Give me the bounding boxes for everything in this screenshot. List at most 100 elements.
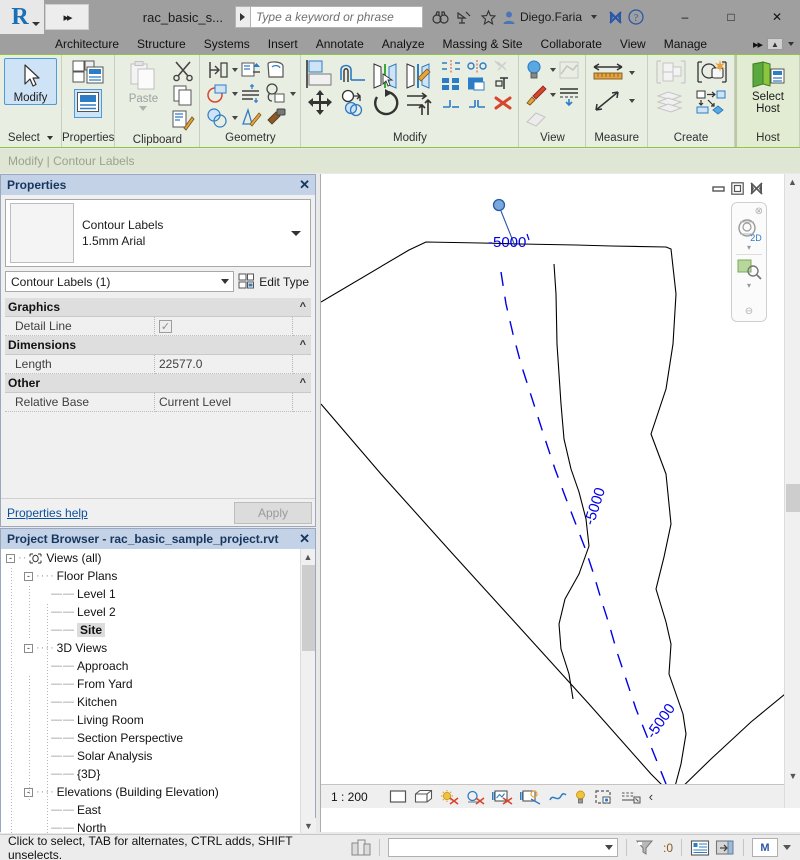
scroll-down-arrow-icon[interactable]: ▼: [785, 768, 800, 784]
instance-selector[interactable]: Contour Labels (1): [5, 271, 235, 292]
tab-analyze[interactable]: Analyze: [373, 34, 434, 54]
match-type-properties-icon[interactable]: [171, 108, 196, 132]
temporary-hide-isolate-icon[interactable]: [574, 789, 587, 805]
trim-extend-icon[interactable]: [404, 88, 434, 118]
mirror-draw-axis-icon[interactable]: [404, 58, 434, 92]
wall-joins-icon[interactable]: [264, 58, 288, 82]
collapse-expander-icon[interactable]: -: [24, 571, 33, 581]
split-with-gap-icon[interactable]: [466, 96, 488, 111]
demolish-icon[interactable]: [239, 82, 263, 106]
type-selector[interactable]: Contour Labels 1.5mm Arial: [5, 199, 311, 267]
chevron-down-icon[interactable]: [291, 230, 301, 236]
chevron-down-icon[interactable]: [232, 68, 239, 72]
search-input[interactable]: Type a keyword or phrase: [250, 6, 423, 28]
canvas-vertical-scrollbar[interactable]: ▲ ▼: [784, 174, 800, 808]
close-button[interactable]: ✕: [754, 0, 800, 34]
navbar-close-icon[interactable]: ⊗: [755, 206, 763, 217]
chevron-down-icon[interactable]: [550, 68, 557, 72]
property-value[interactable]: Current Level: [155, 393, 293, 412]
view-scale-label[interactable]: 1 : 200: [331, 790, 368, 804]
tree-item-level-2[interactable]: —— Level 2: [1, 603, 315, 621]
cut-geometry-icon[interactable]: [239, 58, 263, 82]
property-row-relative-base[interactable]: Relative Base Current Level: [5, 393, 311, 412]
detail-level-icon[interactable]: [389, 789, 407, 804]
tree-item-floor-plans[interactable]: - ···· Floor Plans: [1, 567, 315, 585]
chevron-down-icon[interactable]: [47, 135, 54, 140]
scroll-up-arrow-icon[interactable]: ▲: [301, 549, 315, 564]
measure-between-references-icon[interactable]: [591, 61, 627, 85]
scrollbar-thumb[interactable]: [302, 565, 315, 651]
align-icon[interactable]: [305, 58, 335, 92]
type-properties-icon[interactable]: [71, 58, 105, 88]
tree-item-solar-analysis[interactable]: —— Solar Analysis: [1, 747, 315, 765]
tab-annotate[interactable]: Annotate: [307, 34, 373, 54]
select-host-button[interactable]: Select Host: [741, 58, 795, 115]
unjoin-geometry-icon[interactable]: [206, 106, 230, 130]
mirror-axis-icon[interactable]: [466, 59, 488, 74]
model-indicator[interactable]: M: [752, 838, 778, 857]
rendering-dialog-off-icon[interactable]: [491, 789, 513, 805]
tree-item-living-room[interactable]: —— Living Room: [1, 711, 315, 729]
properties-palette-toggle[interactable]: [74, 89, 103, 118]
filter-icon[interactable]: [635, 838, 655, 857]
paint-brush-icon[interactable]: [524, 83, 548, 107]
reveal-hidden-elements-icon[interactable]: [594, 789, 613, 805]
property-group-dimensions[interactable]: Dimensions ^: [5, 336, 311, 355]
selection-grip[interactable]: [492, 198, 506, 212]
tab-collaborate[interactable]: Collaborate: [532, 34, 611, 54]
collapse-expander-icon[interactable]: -: [24, 643, 33, 653]
collapse-expander-icon[interactable]: -: [24, 787, 33, 797]
unpin-icon[interactable]: [492, 59, 514, 74]
chevron-down-icon[interactable]: [788, 42, 794, 46]
hammer-icon[interactable]: [264, 106, 288, 130]
tab-view[interactable]: View: [611, 34, 655, 54]
chevron-down-icon[interactable]: [629, 99, 636, 103]
navbar-collapse-icon[interactable]: ⊖: [745, 306, 753, 317]
scroll-up-arrow-icon[interactable]: ▲: [785, 174, 800, 190]
linework-icon[interactable]: [557, 83, 581, 107]
tree-item-3d[interactable]: —— {3D}: [1, 765, 315, 783]
quick-access-toolbar[interactable]: ▸▸: [45, 4, 89, 30]
paint-geometry-icon[interactable]: [264, 82, 288, 106]
scrollbar-thumb[interactable]: [786, 484, 800, 512]
split-face-icon[interactable]: [206, 82, 230, 106]
tree-item-level-1[interactable]: —— Level 1: [1, 585, 315, 603]
restore-down-icon[interactable]: [712, 182, 725, 195]
property-row-detail-line[interactable]: Detail Line ✓: [5, 317, 311, 336]
tree-item-3d-views[interactable]: - ···· 3D Views: [1, 639, 315, 657]
tab-insert[interactable]: Insert: [259, 34, 307, 54]
visual-style-icon[interactable]: [414, 789, 433, 804]
shadows-off-icon[interactable]: [466, 789, 485, 805]
measure-along-element-icon[interactable]: [591, 88, 627, 114]
chevron-down-icon[interactable]: [232, 92, 239, 96]
help-icon[interactable]: ?: [627, 8, 645, 26]
collapse-expander-icon[interactable]: -: [6, 553, 15, 563]
property-group-graphics[interactable]: Graphics ^: [5, 298, 311, 317]
chevron-down-icon[interactable]: [783, 845, 791, 850]
mirror-pick-axis-icon[interactable]: [371, 58, 401, 92]
create-assembly-icon[interactable]: [694, 89, 730, 115]
cut-icon[interactable]: [171, 58, 195, 82]
satellite-icon[interactable]: [456, 9, 473, 26]
exclude-options-icon[interactable]: [715, 839, 735, 857]
restore-icon[interactable]: [731, 182, 744, 195]
view-canvas[interactable]: -5000 -5000 -5000 ⊗ 2D ▾ ▾ ⊖ 1: 200 ‹: [321, 174, 785, 808]
steering-wheel-2d-icon[interactable]: 2D: [735, 217, 763, 243]
minimize-button[interactable]: –: [662, 0, 708, 34]
tab-manage[interactable]: Manage: [655, 34, 716, 54]
autodesk-exchange-icon[interactable]: [607, 9, 624, 26]
copy-move-icon[interactable]: [338, 88, 368, 118]
close-view-icon[interactable]: [750, 182, 763, 195]
tab-architecture[interactable]: Architecture: [46, 34, 128, 54]
worksets-icon[interactable]: [690, 839, 710, 857]
chevron-down-icon[interactable]: [629, 71, 636, 75]
detail-line-checkbox[interactable]: ✓: [159, 319, 172, 333]
close-icon[interactable]: ✕: [299, 531, 310, 547]
close-icon[interactable]: ✕: [299, 177, 310, 193]
contour-label-1[interactable]: -5000: [488, 234, 526, 251]
property-row-length[interactable]: Length 22577.0: [5, 355, 311, 374]
join-geometry-icon[interactable]: [206, 58, 230, 82]
project-browser-scrollbar[interactable]: ▲ ▼: [300, 549, 316, 833]
zoom-caret-icon[interactable]: ▾: [747, 281, 751, 290]
rotate-icon[interactable]: [371, 88, 401, 118]
